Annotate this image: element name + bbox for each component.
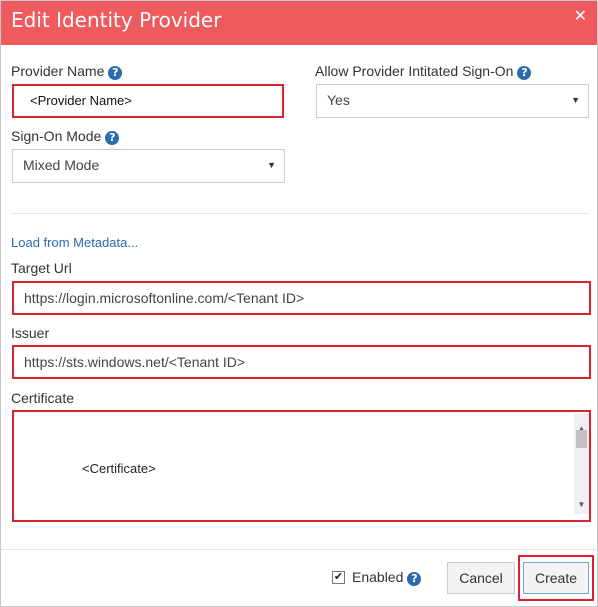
question-circle-icon[interactable]: ?	[105, 131, 120, 145]
target-url-label: Target Url	[11, 260, 72, 276]
issuer-input[interactable]: https://sts.windows.net/<Tenant ID>	[12, 345, 591, 379]
cancel-button[interactable]: Cancel	[447, 562, 515, 594]
textarea-scrollbar[interactable]: ▲ ▼	[574, 414, 589, 514]
dialog-header: Edit Identity Provider ✕	[1, 1, 597, 45]
certificate-label: Certificate	[11, 390, 75, 406]
enabled-label: Enabled?	[352, 569, 422, 586]
provider-name-label: Provider Name?	[11, 63, 123, 80]
resize-handle-icon[interactable]: ◢	[577, 507, 584, 520]
scroll-thumb[interactable]	[576, 430, 587, 448]
allow-sign-on-label: Allow Provider Intitated Sign-On?	[315, 63, 532, 80]
certificate-textarea[interactable]: <Certificate> ▲ ▼ ◢	[12, 410, 591, 522]
target-url-input[interactable]: https://login.microsoftonline.com/<Tenan…	[12, 281, 591, 315]
question-circle-icon[interactable]: ?	[517, 66, 532, 80]
enabled-label-text: Enabled	[352, 569, 404, 585]
allow-sign-on-value: Yes	[327, 92, 350, 108]
caret-down-icon: ▼	[267, 160, 276, 170]
create-button[interactable]: Create	[523, 562, 589, 594]
load-from-metadata-link[interactable]: Load from Metadata...	[11, 235, 138, 250]
provider-name-label-text: Provider Name	[11, 63, 105, 79]
allow-sign-on-select[interactable]: Yes ▼	[316, 84, 589, 118]
provider-name-input[interactable]: <Provider Name>	[12, 84, 284, 118]
caret-down-icon: ▼	[571, 95, 580, 105]
question-circle-icon[interactable]: ?	[108, 66, 123, 80]
footer-divider	[1, 549, 597, 550]
close-icon[interactable]: ✕	[574, 6, 587, 26]
section-divider	[11, 213, 589, 214]
sign-on-mode-select[interactable]: Mixed Mode ▼	[12, 149, 285, 183]
certificate-value: <Certificate>	[82, 461, 156, 476]
edit-identity-provider-dialog: Edit Identity Provider ✕ Provider Name? …	[0, 0, 598, 607]
issuer-label: Issuer	[11, 325, 50, 341]
enabled-checkbox[interactable]: ✔	[332, 571, 345, 584]
question-circle-icon[interactable]: ?	[407, 572, 422, 586]
dialog-title: Edit Identity Provider	[11, 8, 222, 32]
sign-on-mode-value: Mixed Mode	[23, 157, 100, 173]
sign-on-mode-label: Sign-On Mode?	[11, 128, 120, 145]
sign-on-mode-label-text: Sign-On Mode	[11, 128, 102, 144]
allow-sign-on-label-text: Allow Provider Intitated Sign-On	[315, 63, 514, 79]
